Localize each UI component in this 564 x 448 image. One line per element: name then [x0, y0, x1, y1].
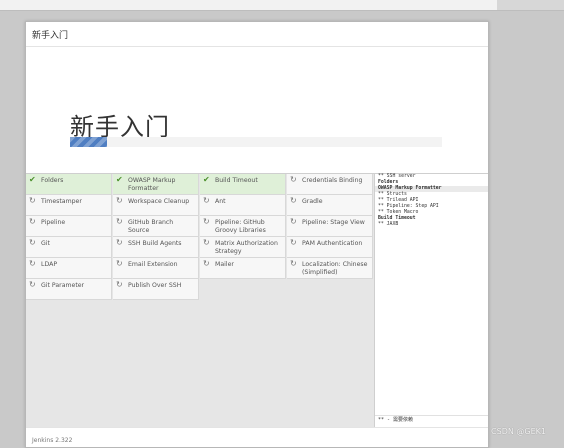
plugin-item: ✔ OWASP Markup Formatter	[113, 174, 199, 195]
install-progress-bar	[70, 137, 442, 147]
refresh-icon: ↻	[290, 175, 297, 184]
plugin-label: Matrix Authorization Strategy	[215, 240, 278, 255]
plugin-item: ↻ GitHub Branch Source	[113, 216, 199, 237]
plugin-item: ↻ Localization: Chinese (Simplified)	[287, 258, 373, 279]
plugin-item: ↻ Mailer	[200, 258, 286, 279]
refresh-icon: ↻	[116, 196, 123, 205]
plugin-label: Ant	[215, 198, 226, 205]
plugin-label: Timestamper	[41, 198, 82, 205]
plugin-label: PAM Authentication	[302, 240, 363, 247]
plugin-item: ↻ Workspace Cleanup	[113, 195, 199, 216]
dialog-header: 新手入门	[26, 22, 488, 47]
plugin-item: ↻ Publish Over SSH	[113, 279, 199, 300]
plugin-label: Mailer	[215, 261, 234, 268]
plugin-item: ↻ SSH Build Agents	[113, 237, 199, 258]
plugin-label: SSH Build Agents	[128, 240, 182, 247]
refresh-icon: ↻	[29, 196, 36, 205]
refresh-icon: ↻	[29, 238, 36, 247]
plugin-item: ↻ Email Extension	[113, 258, 199, 279]
refresh-icon: ↻	[116, 280, 123, 289]
plugin-item: ↻ Ant	[200, 195, 286, 216]
install-log-panel: ** SSH server Folders OWASP Markup Formatt…	[374, 173, 488, 428]
plugin-grid: ✔ Folders ✔ OWASP Markup Formatter ✔ Build Ti…	[26, 173, 374, 428]
refresh-icon: ↻	[29, 280, 36, 289]
plugin-label: Pipeline: GitHub Groovy Libraries	[215, 219, 266, 234]
install-log-lines: ** SSH server Folders OWASP Markup Formatt…	[375, 174, 488, 228]
plugin-item: ↻ LDAP	[26, 258, 112, 279]
plugin-label: Git Parameter	[41, 282, 85, 289]
log-line: ** JAXB	[378, 222, 399, 227]
plugin-item: ✔ Build Timeout	[200, 174, 286, 195]
log-legend: ** - 需要依赖	[375, 415, 488, 424]
jenkins-version: Jenkins 2.322	[32, 437, 73, 444]
plugin-label: Localization: Chinese (Simplified)	[302, 261, 368, 276]
plugin-item: ↻ PAM Authentication	[287, 237, 373, 258]
refresh-icon: ↻	[290, 259, 297, 268]
plugin-item: ↻ Pipeline: Stage View	[287, 216, 373, 237]
plugin-label: Pipeline: Stage View	[302, 219, 365, 226]
install-progress-fill	[70, 137, 108, 147]
plugin-item: ↻ Timestamper	[26, 195, 112, 216]
refresh-icon: ↻	[29, 259, 36, 268]
plugin-item: ↻ Credentials Binding	[287, 174, 373, 195]
refresh-icon: ↻	[116, 259, 123, 268]
refresh-icon: ↻	[290, 238, 297, 247]
plugin-item: ↻ Matrix Authorization Strategy	[200, 237, 286, 258]
plugin-label: Credentials Binding	[302, 177, 363, 184]
check-icon: ✔	[116, 175, 123, 184]
csdn-watermark: CSDN @GEK1	[491, 427, 546, 436]
plugin-label: Pipeline	[41, 219, 66, 226]
setup-wizard-dialog: 新手入门 新手入门 ✔ Folders ✔ OWASP Markup Formatte…	[25, 21, 489, 448]
plugin-label: Workspace Cleanup	[128, 198, 190, 205]
plugin-label: OWASP Markup Formatter	[128, 177, 176, 192]
plugin-label: Publish Over SSH	[128, 282, 182, 289]
plugin-item: ↻ Gradle	[287, 195, 373, 216]
plugin-item: ↻ Pipeline: GitHub Groovy Libraries	[200, 216, 286, 237]
refresh-icon: ↻	[203, 196, 210, 205]
refresh-icon: ↻	[116, 217, 123, 226]
refresh-icon: ↻	[29, 217, 36, 226]
plugin-label: Gradle	[302, 198, 323, 205]
refresh-icon: ↻	[290, 196, 297, 205]
refresh-icon: ↻	[290, 217, 297, 226]
refresh-icon: ↻	[203, 217, 210, 226]
browser-top-strip-light	[0, 0, 497, 10]
plugin-label: Folders	[41, 177, 64, 184]
browser-top-strip	[0, 0, 564, 11]
plugin-label: LDAP	[41, 261, 58, 268]
plugin-item: ↻ Git	[26, 237, 112, 258]
plugin-label: Build Timeout	[215, 177, 258, 184]
refresh-icon: ↻	[203, 238, 210, 247]
plugin-item: ✔ Folders	[26, 174, 112, 195]
refresh-icon: ↻	[116, 238, 123, 247]
plugin-label: GitHub Branch Source	[128, 219, 174, 234]
plugin-label: Git	[41, 240, 50, 247]
plugin-item: ↻ Pipeline	[26, 216, 112, 237]
refresh-icon: ↻	[203, 259, 210, 268]
hero-section: 新手入门	[26, 47, 488, 173]
plugin-label: Email Extension	[128, 261, 178, 268]
dialog-footer: Jenkins 2.322	[26, 427, 488, 447]
check-icon: ✔	[203, 175, 210, 184]
plugin-item: ↻ Git Parameter	[26, 279, 112, 300]
check-icon: ✔	[29, 175, 36, 184]
dialog-title: 新手入门	[32, 31, 69, 41]
